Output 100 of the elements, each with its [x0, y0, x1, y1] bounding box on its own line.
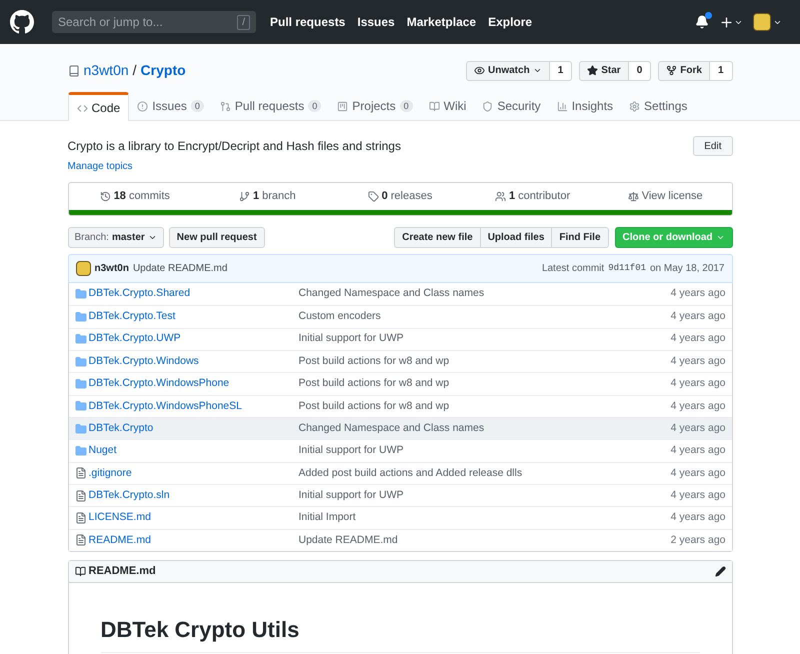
commit-message-link[interactable]: Post build actions for w8 and wp: [298, 377, 450, 390]
search-field[interactable]: Search or jump to... /: [52, 11, 256, 33]
path-separator: /: [132, 61, 137, 80]
readme-heading: DBTek Crypto Utils: [100, 613, 700, 654]
summary-link[interactable]: 0 releases: [334, 188, 466, 205]
commit-age: 4 years ago: [670, 309, 726, 324]
notification-button[interactable]: [695, 15, 709, 29]
commit-message-link[interactable]: Initial support for UWP: [298, 332, 404, 344]
avatar: [76, 261, 90, 276]
board-icon: [337, 100, 348, 112]
commit-message-link[interactable]: Initial Import: [298, 511, 356, 524]
branch-select[interactable]: Branch: master: [68, 227, 164, 248]
repo-name-link[interactable]: Crypto: [140, 60, 186, 81]
readme-title: README.md: [88, 564, 156, 580]
nav-link[interactable]: Issues: [357, 13, 395, 31]
social-count[interactable]: 1: [710, 60, 732, 80]
repo-tab[interactable]: Pull requests 0: [212, 92, 330, 120]
nav-link[interactable]: Pull requests: [270, 13, 346, 31]
repo-tab[interactable]: Code: [68, 92, 130, 121]
commit-age: 4 years ago: [670, 466, 726, 481]
shield-icon: [482, 100, 494, 112]
commit-message-link[interactable]: Initial support for UWP: [298, 488, 404, 501]
commit-message[interactable]: Update README.md: [132, 261, 228, 276]
avatar: [753, 13, 771, 31]
watch-button[interactable]: Unwatch: [466, 60, 550, 80]
commit-message-link[interactable]: Changed Namespace and Class names: [298, 287, 484, 300]
commit-message-link[interactable]: Post build actions for w8 and wp: [298, 354, 450, 367]
file-action-button[interactable]: Find File: [552, 227, 608, 248]
commit-age: 4 years ago: [670, 443, 726, 458]
file-name-link[interactable]: DBTek.Crypto.Windows: [88, 354, 199, 367]
tag-icon: [368, 191, 379, 202]
commit-age: 4 years ago: [670, 354, 726, 369]
file-action-button[interactable]: Create new file: [394, 227, 481, 248]
commit-message-link[interactable]: Changed Namespace and Class names: [298, 422, 484, 434]
edit-button[interactable]: Edit: [693, 136, 732, 156]
file-name-link[interactable]: DBTek.Crypto.Shared: [88, 287, 190, 300]
bar-chart-icon: [556, 100, 568, 112]
star-button[interactable]: Star: [579, 60, 629, 80]
file-name-link[interactable]: .gitignore: [88, 466, 132, 479]
profile-menu[interactable]: [753, 13, 782, 31]
tab-counter: 0: [308, 100, 322, 112]
caret-icon: [532, 66, 542, 75]
summary-link[interactable]: 1 branch: [201, 188, 334, 205]
plus-icon: [719, 14, 734, 30]
shortcut-key: /: [237, 14, 250, 30]
caret-icon: [148, 233, 157, 242]
manage-topics-link[interactable]: Manage topics: [68, 159, 732, 174]
commit-age: 4 years ago: [670, 286, 726, 302]
repo-description: Crypto is a library to Encrypt/Decript and Hash files and strings: [68, 138, 401, 154]
fork-icon: [666, 65, 678, 76]
commit-message-link[interactable]: Post build actions for w8 and wp: [298, 400, 450, 412]
commit-date: on May 18, 2017: [650, 262, 724, 276]
branch-icon: [239, 191, 250, 202]
pencil-icon[interactable]: [714, 566, 726, 578]
commit-sha[interactable]: 9d11f01: [608, 262, 646, 276]
file-action-button[interactable]: Upload files: [480, 227, 552, 248]
file-name-link[interactable]: DBTek.Crypto.UWP: [88, 332, 181, 344]
owner-link[interactable]: n3wt0n: [84, 60, 129, 81]
repo-tab[interactable]: Wiki: [420, 92, 474, 120]
summary-link[interactable]: View license: [598, 188, 732, 205]
folder-icon: [74, 445, 86, 458]
commit-age: 4 years ago: [670, 488, 726, 503]
file-name-link[interactable]: Nuget: [88, 444, 117, 456]
file-name-link[interactable]: DBTek.Crypto.Test: [88, 310, 176, 322]
commit-message-link[interactable]: Custom encoders: [298, 310, 381, 322]
file-name-link[interactable]: DBTek.Crypto.WindowsPhoneSL: [88, 400, 242, 412]
new-pull-request-button[interactable]: New pull request: [168, 227, 265, 248]
commit-author[interactable]: n3wt0n: [94, 261, 129, 276]
repo-tab[interactable]: Settings: [621, 92, 696, 120]
social-count[interactable]: 1: [550, 60, 572, 80]
file-name-link[interactable]: LICENSE.md: [88, 511, 151, 524]
pull-request-icon: [220, 100, 231, 112]
nav-link[interactable]: Marketplace: [406, 13, 476, 31]
file-icon: [74, 512, 86, 524]
file-name-link[interactable]: DBTek.Crypto.sln: [88, 488, 170, 501]
file-name-link[interactable]: DBTek.Crypto: [88, 422, 154, 434]
repo-tab[interactable]: Projects 0: [329, 92, 421, 120]
repo-tab[interactable]: Security: [474, 92, 549, 120]
scale-icon: [628, 191, 639, 202]
file-name-link[interactable]: README.md: [88, 534, 151, 546]
book-icon: [74, 566, 86, 578]
people-icon: [495, 191, 506, 202]
file-icon: [74, 490, 86, 502]
file-icon: [74, 534, 86, 546]
commit-message-link[interactable]: Initial support for UWP: [298, 444, 404, 456]
fork-button[interactable]: Fork: [658, 60, 710, 80]
book-icon: [428, 100, 440, 112]
folder-icon: [74, 311, 86, 324]
social-count[interactable]: 0: [628, 60, 652, 80]
nav-link[interactable]: Explore: [488, 13, 532, 31]
summary-link[interactable]: 18 commits: [68, 188, 202, 205]
search-input[interactable]: Search or jump to...: [58, 13, 228, 31]
file-name-link[interactable]: DBTek.Crypto.WindowsPhone: [88, 377, 230, 390]
repo-tab[interactable]: Issues 0: [129, 92, 212, 120]
summary-link[interactable]: 1 contributor: [466, 188, 599, 205]
commit-message-link[interactable]: Update README.md: [298, 534, 398, 546]
commit-message-link[interactable]: Added post build actions and Added release dlls: [298, 466, 522, 479]
folder-icon: [74, 400, 86, 412]
create-menu[interactable]: [719, 14, 743, 30]
repo-tab[interactable]: Insights: [548, 92, 622, 120]
